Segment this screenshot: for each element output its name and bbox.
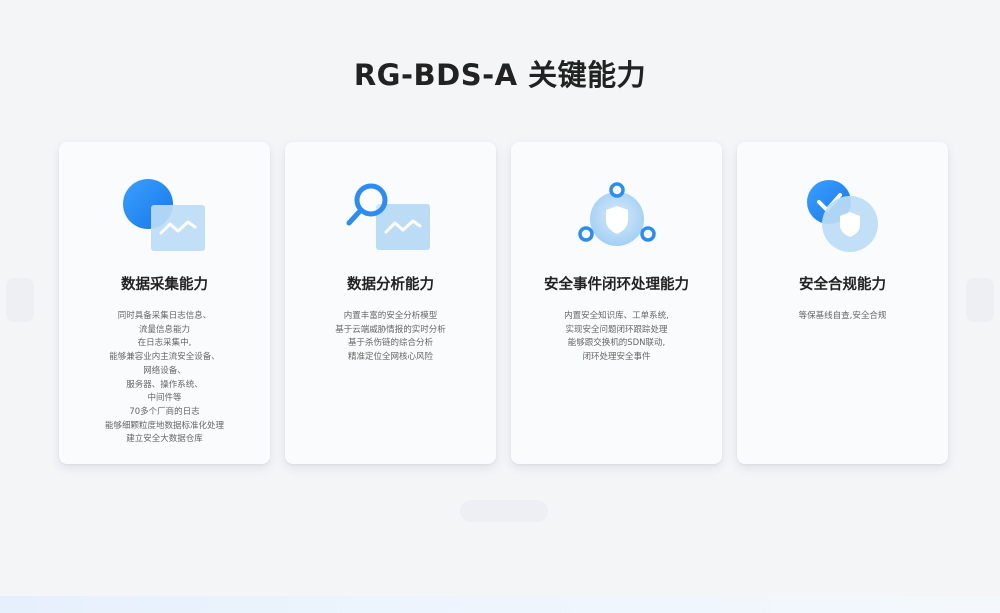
desc-line: 网络设备、 xyxy=(143,365,186,376)
desc-line: 建立安全大数据仓库 xyxy=(126,434,203,445)
desc-line: 精准定位全网核心风险 xyxy=(347,352,433,363)
desc-line: 服务器、操作系统、 xyxy=(126,379,203,390)
carousel-prev-button[interactable] xyxy=(6,278,34,322)
desc-line: 能够跟交换机的SDN联动, xyxy=(567,338,666,349)
desc-line: 内置丰富的安全分析模型 xyxy=(343,311,438,321)
desc-line: 基于云端威胁情报的实时分析 xyxy=(335,324,446,335)
desc-line: 内置安全知识库、工单系统, xyxy=(564,311,669,321)
capability-card-data-analysis: 数据分析能力 内置丰富的安全分析模型 基于云端威胁情报的实时分析 基于杀伤链的综… xyxy=(285,142,496,464)
desc-line: 70多个厂商的日志 xyxy=(129,406,200,417)
bottom-strip xyxy=(0,596,1000,613)
card-description: 等保基线自查,安全合规 xyxy=(745,310,940,324)
card-title: 数据采集能力 xyxy=(121,277,208,293)
page-title: RG-BDS-A 关键能力 xyxy=(353,58,647,92)
security-loop-icon xyxy=(578,182,656,246)
capability-card-data-collection: 数据采集能力 同时具备采集日志信息、 流量信息能力 在日志采集中, 能够兼容业内… xyxy=(59,142,270,464)
compliance-shield-icon xyxy=(807,180,878,252)
card-title: 安全合规能力 xyxy=(799,277,886,293)
card-description: 同时具备采集日志信息、 流量信息能力 在日志采集中, 能够兼容业内主流安全设备、… xyxy=(67,310,262,447)
desc-line: 在日志采集中, xyxy=(137,338,192,349)
data-collection-icon xyxy=(123,179,205,251)
card-title: 安全事件闭环处理能力 xyxy=(544,277,689,293)
desc-line: 等保基线自查,安全合规 xyxy=(798,311,887,321)
desc-line: 同时具备采集日志信息、 xyxy=(117,311,212,321)
desc-line: 基于杀伤链的综合分析 xyxy=(347,338,433,349)
desc-line: 闭环处理安全事件 xyxy=(582,352,651,363)
desc-line: 流量信息能力 xyxy=(138,324,190,335)
desc-line: 能够细颗粒度地数据标准化处理 xyxy=(104,420,224,431)
card-description: 内置丰富的安全分析模型 基于云端威胁情报的实时分析 基于杀伤链的综合分析 精准定… xyxy=(293,310,488,365)
desc-line: 能够兼容业内主流安全设备、 xyxy=(109,352,220,363)
desc-line: 中间件等 xyxy=(147,393,182,404)
carousel-next-button[interactable] xyxy=(966,278,994,322)
card-description: 内置安全知识库、工单系统, 实现安全问题闭环跟踪处理 能够跟交换机的SDN联动,… xyxy=(519,310,714,365)
carousel-pagination[interactable] xyxy=(460,500,548,522)
data-analysis-icon xyxy=(346,183,430,250)
desc-line: 实现安全问题闭环跟踪处理 xyxy=(565,324,668,335)
card-title: 数据分析能力 xyxy=(347,277,434,293)
capability-card-security-loop: 安全事件闭环处理能力 内置安全知识库、工单系统, 实现安全问题闭环跟踪处理 能够… xyxy=(511,142,722,464)
capability-card-compliance: 安全合规能力 等保基线自查,安全合规 xyxy=(737,142,948,464)
